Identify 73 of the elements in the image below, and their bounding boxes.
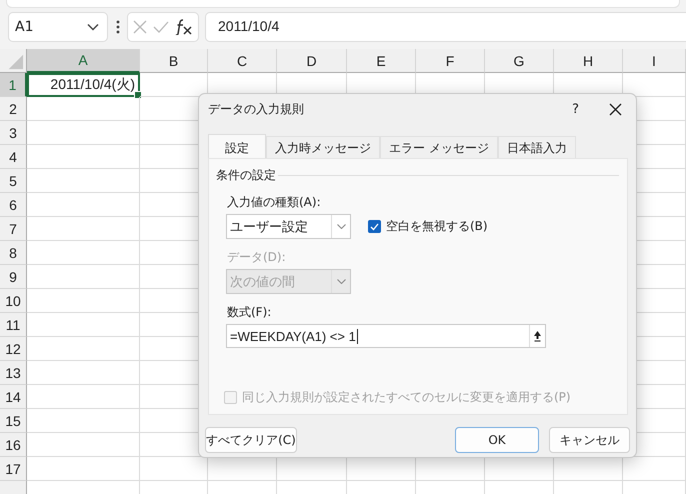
field-label: 数式(F):	[227, 304, 272, 321]
row-header[interactable]: 3	[0, 121, 27, 145]
row-header[interactable]: 14	[0, 385, 27, 409]
formula-input[interactable]: =WEEKDAY(A1) <> 1	[226, 324, 546, 348]
grid-cell[interactable]	[27, 409, 140, 433]
grid-cell[interactable]	[27, 217, 140, 241]
field-label: データ(D):	[227, 249, 287, 266]
column-header[interactable]: G	[485, 49, 554, 73]
grid-cell[interactable]	[27, 241, 140, 265]
column-header[interactable]: A	[27, 49, 140, 73]
tab[interactable]: 設定	[208, 134, 266, 158]
close-icon[interactable]	[609, 102, 622, 116]
check-icon[interactable]	[153, 21, 169, 33]
column-header[interactable]: D	[277, 49, 347, 73]
grid-cell[interactable]	[27, 265, 140, 289]
more-icon[interactable]	[116, 20, 120, 34]
allow-dropdown[interactable]: ユーザー設定	[226, 214, 351, 239]
checkbox[interactable]	[368, 220, 381, 233]
field-label: 入力値の種類(A):	[227, 194, 322, 211]
grid-cell[interactable]	[27, 121, 140, 145]
grid-cell[interactable]	[27, 385, 140, 409]
grid-cell[interactable]	[27, 433, 140, 457]
cancel-icon[interactable]	[133, 20, 147, 34]
column-header[interactable]: H	[554, 49, 623, 73]
help-button[interactable]: ?	[572, 102, 579, 116]
row-header[interactable]: 4	[0, 145, 27, 169]
cancel-button[interactable]: キャンセル	[549, 427, 630, 453]
row-header[interactable]: 12	[0, 337, 27, 361]
clear-all-button[interactable]: すべてクリア(C)	[205, 427, 297, 453]
tab[interactable]: 日本語入力	[498, 136, 576, 158]
chevron-down-icon[interactable]	[336, 224, 346, 229]
name-box[interactable]: A1	[8, 12, 108, 42]
checkbox-label: 同じ入力規則が設定されたすべてのセルに変更を適用する(P)	[242, 389, 571, 406]
row-header[interactable]: 16	[0, 433, 27, 457]
row-header[interactable]: 6	[0, 193, 27, 217]
row-header[interactable]: 5	[0, 169, 27, 193]
row-header[interactable]: 9	[0, 265, 27, 289]
select-all-icon[interactable]	[0, 49, 27, 73]
cell-value: 2011/10/4(火)	[50, 76, 135, 94]
grid-cell[interactable]	[27, 289, 140, 313]
grid-cell[interactable]	[27, 313, 140, 337]
checkbox-label: 空白を無視する(B)	[386, 218, 488, 235]
grid-cell[interactable]: 2011/10/4(火)	[27, 73, 140, 97]
grid-cell[interactable]	[27, 97, 140, 121]
grid-cell[interactable]	[27, 457, 140, 481]
column-header[interactable]: I	[623, 49, 686, 73]
column-header[interactable]: F	[416, 49, 485, 73]
row-header[interactable]: 15	[0, 409, 27, 433]
row-header[interactable]: 7	[0, 217, 27, 241]
row-header[interactable]: 17	[0, 457, 27, 481]
dialog-title: データの入力規則	[208, 100, 305, 118]
row-header[interactable]: 13	[0, 361, 27, 385]
group-label: 条件の設定	[216, 167, 276, 184]
grid-cell[interactable]	[27, 193, 140, 217]
grid-cell[interactable]	[27, 361, 140, 385]
row-header[interactable]: 1	[0, 73, 27, 97]
column-header[interactable]: C	[208, 49, 277, 73]
row-header[interactable]: 2	[0, 97, 27, 121]
function-icon[interactable]	[175, 19, 193, 35]
column-header[interactable]: E	[347, 49, 416, 73]
row-header[interactable]: 8	[0, 241, 27, 265]
grid-cell[interactable]	[27, 145, 140, 169]
grid-cell[interactable]	[27, 337, 140, 361]
collapse-icon[interactable]	[534, 330, 541, 342]
chevron-down-icon	[87, 23, 99, 31]
ok-button[interactable]: OK	[455, 427, 539, 453]
grid-cell[interactable]	[27, 169, 140, 193]
tab[interactable]: エラー メッセージ	[380, 136, 498, 158]
tab[interactable]: 入力時メッセージ	[266, 136, 380, 158]
column-header[interactable]: B	[140, 49, 208, 73]
formula-field[interactable]: 2011/10/4	[205, 12, 686, 42]
row-header[interactable]: 10	[0, 289, 27, 313]
row-header[interactable]: 11	[0, 313, 27, 337]
